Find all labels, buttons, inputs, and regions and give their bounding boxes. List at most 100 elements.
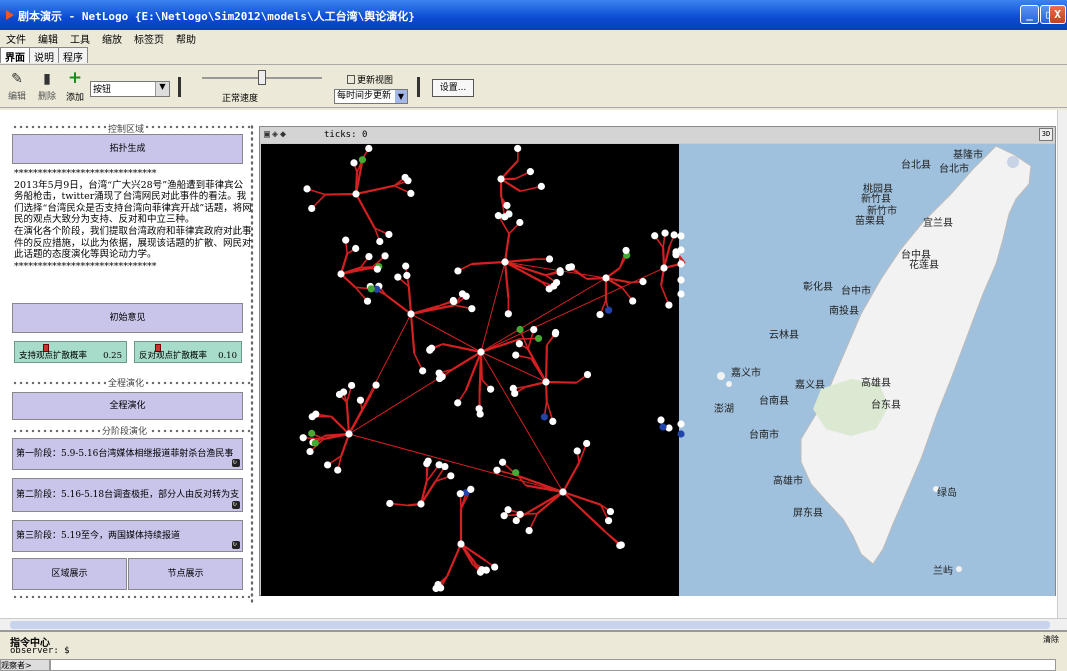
network-node[interactable] <box>454 399 462 407</box>
network-node[interactable] <box>559 488 567 496</box>
network-node[interactable] <box>365 253 373 261</box>
delete-button[interactable]: ▮ 删除 <box>38 71 56 102</box>
menu-tools[interactable]: 工具 <box>64 30 96 47</box>
network-node[interactable] <box>526 168 534 176</box>
network-node[interactable] <box>545 255 554 263</box>
network-node[interactable] <box>657 416 665 424</box>
network-node[interactable] <box>604 517 613 525</box>
network-node[interactable] <box>437 584 445 592</box>
add-button[interactable]: + 添加 <box>66 68 84 103</box>
network-node[interactable] <box>512 516 520 525</box>
network-node[interactable] <box>372 381 380 389</box>
network-node[interactable] <box>639 278 647 286</box>
network-node[interactable] <box>617 541 625 549</box>
network-node[interactable] <box>500 512 508 520</box>
network-node[interactable] <box>438 373 446 381</box>
network-node[interactable] <box>491 563 499 571</box>
network-node[interactable] <box>345 430 353 438</box>
agent-selector[interactable]: 观察者> <box>0 659 50 671</box>
network-node[interactable] <box>308 204 316 213</box>
menu-edit[interactable]: 编辑 <box>32 30 64 47</box>
stage3-button[interactable]: 第三阶段：5.19至今，两国媒体持续报道 ↻ <box>12 520 243 552</box>
network-node[interactable] <box>540 413 548 421</box>
network-node[interactable] <box>308 413 316 421</box>
tab-interface[interactable]: 界面 <box>0 47 30 64</box>
horizontal-scrollbar[interactable] <box>0 618 1067 630</box>
stage2-button[interactable]: 第二阶段：5.16-5.18台调查极拒，部分人由反对转为支持 ↻ <box>12 478 243 532</box>
network-node[interactable] <box>499 458 507 466</box>
network-node[interactable] <box>299 434 307 442</box>
network-node[interactable] <box>407 189 415 198</box>
network-node[interactable] <box>407 310 415 318</box>
network-node[interactable] <box>629 297 637 305</box>
network-node[interactable] <box>537 182 545 190</box>
network-node[interactable] <box>363 297 372 305</box>
network-node[interactable] <box>497 175 505 183</box>
minimize-button[interactable]: _ <box>1020 5 1039 24</box>
vertical-scrollbar[interactable] <box>1057 110 1067 618</box>
menu-zoom[interactable]: 缩放 <box>96 30 128 47</box>
network-node[interactable] <box>605 306 613 314</box>
close-button[interactable]: X <box>1049 5 1066 24</box>
network-node[interactable] <box>365 144 373 153</box>
network-node[interactable] <box>348 381 356 390</box>
network-node[interactable] <box>404 177 412 185</box>
network-node[interactable] <box>385 230 393 239</box>
network-node[interactable] <box>335 390 344 399</box>
menu-tabs[interactable]: 标签页 <box>128 30 170 47</box>
network-node[interactable] <box>457 540 465 548</box>
network-node[interactable] <box>478 566 486 574</box>
network-node[interactable] <box>426 346 434 354</box>
menu-help[interactable]: 帮助 <box>170 30 202 47</box>
network-node[interactable] <box>306 447 314 456</box>
network-node[interactable] <box>386 499 394 508</box>
network-node[interactable] <box>468 305 476 313</box>
tab-code[interactable]: 程序 <box>58 47 88 64</box>
network-node[interactable] <box>606 507 615 516</box>
region-display-button[interactable]: 区域展示 <box>12 558 127 590</box>
network-node[interactable] <box>342 236 350 244</box>
network-node[interactable] <box>525 526 533 535</box>
network-node[interactable] <box>376 237 384 246</box>
network-node[interactable] <box>403 271 411 280</box>
network-node[interactable] <box>494 212 503 220</box>
network-node[interactable] <box>552 278 561 287</box>
network-node[interactable] <box>583 439 591 448</box>
network-node[interactable] <box>515 340 523 348</box>
network-node[interactable] <box>402 262 410 270</box>
network-node[interactable] <box>509 384 517 392</box>
network-node[interactable] <box>467 485 475 493</box>
view-update-checkbox[interactable]: 更新视图 <box>347 73 393 86</box>
node-display-button[interactable]: 节点展示 <box>128 558 243 590</box>
network-node[interactable] <box>651 232 659 240</box>
network-node[interactable] <box>677 276 685 284</box>
network-node[interactable] <box>660 264 668 272</box>
network-node[interactable] <box>477 348 485 356</box>
network-node[interactable] <box>367 285 375 293</box>
network-node[interactable] <box>670 231 678 239</box>
network-node[interactable] <box>419 367 427 375</box>
world-canvas[interactable]: 台北县基隆市台北市桃园县新竹县新竹市苗栗县 宜兰县台中县花莲县彰化县 台中市南投县云… <box>261 144 1055 596</box>
tab-info[interactable]: 说明 <box>29 47 59 64</box>
network-node[interactable] <box>542 378 550 386</box>
speed-slider-thumb[interactable] <box>258 70 266 85</box>
network-node[interactable] <box>677 420 685 428</box>
network-node[interactable] <box>665 301 673 309</box>
network-node[interactable] <box>567 263 576 271</box>
full-evolution-button[interactable]: 全程演化 <box>12 392 243 420</box>
network-node[interactable] <box>677 232 685 240</box>
network-node[interactable] <box>545 285 553 293</box>
network-node[interactable] <box>665 424 673 432</box>
edit-button[interactable]: ✎ 编辑 <box>8 71 26 102</box>
network-node[interactable] <box>504 506 512 514</box>
network-node[interactable] <box>583 370 592 379</box>
network-node[interactable] <box>551 330 560 338</box>
network-node[interactable] <box>677 290 685 298</box>
network-node[interactable] <box>308 429 316 437</box>
menu-file[interactable]: 文件 <box>0 30 32 47</box>
scroll-thumb[interactable] <box>10 621 1050 629</box>
network-node[interactable] <box>677 430 685 438</box>
network-node[interactable] <box>659 423 667 431</box>
network-node[interactable] <box>435 461 443 469</box>
network-node[interactable] <box>356 396 365 404</box>
